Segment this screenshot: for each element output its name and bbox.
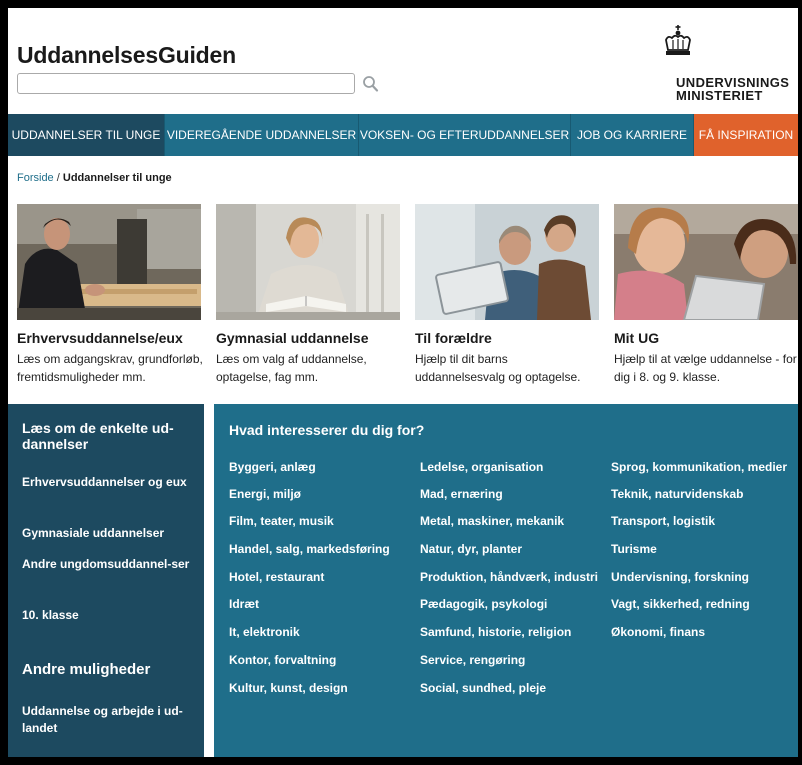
ministry-line-2: MINISTERIET	[676, 88, 763, 103]
interest-link[interactable]: Samfund, historie, religion	[420, 625, 571, 639]
interest-link[interactable]: Sprog, kommunikation, medier	[611, 460, 787, 474]
interest-link[interactable]: Social, sundhed, pleje	[420, 681, 546, 695]
interest-link[interactable]: Turisme	[611, 542, 657, 556]
card-description: Hjælp til dit barns uddannelsesvalg og o…	[415, 352, 581, 384]
card-gymnasial-uddannelse[interactable]: Gymnasial uddannelse Læs om valg af udda…	[216, 204, 402, 386]
interest-link[interactable]: Økonomi, finans	[611, 625, 705, 639]
card-description: Læs om adgangskrav, grundforløb, fremtid…	[17, 352, 203, 384]
interest-link[interactable]: Natur, dyr, planter	[420, 542, 522, 556]
main-nav: UDDANNELSER TIL UNGE VIDEREGÅENDE UDDANN…	[8, 114, 798, 156]
card-image-kids-with-laptop[interactable]	[614, 204, 798, 320]
interest-link[interactable]: Teknik, naturvidenskab	[611, 487, 744, 501]
interest-link[interactable]: Undervisning, forskning	[611, 570, 749, 584]
card-description: Hjælp til at vælge uddannelse - for dig …	[614, 352, 797, 384]
interest-link[interactable]: Vagt, sikkerhed, redning	[611, 597, 750, 611]
crown-icon	[665, 25, 691, 55]
search-button[interactable]	[362, 74, 380, 94]
page-frame: UddannelsesGuiden UNDERVISNINGS MINISTER…	[8, 8, 798, 757]
interest-link[interactable]: Produktion, håndværk, industri	[420, 570, 598, 584]
panel-heading: Læs om de enkelte ud-dannelser	[22, 420, 174, 452]
card-image-student-reading[interactable]	[216, 204, 400, 320]
nav-faa-inspiration[interactable]: FÅ INSPIRATION	[694, 114, 798, 156]
breadcrumb: Forside / Uddannelser til unge	[17, 172, 172, 184]
card-title[interactable]: Gymnasial uddannelse	[216, 330, 402, 346]
interest-link[interactable]: Kultur, kunst, design	[229, 681, 348, 695]
interest-link[interactable]: Hotel, restaurant	[229, 570, 324, 584]
interest-link[interactable]: It, elektronik	[229, 625, 300, 639]
panel-heading-andre-muligheder: Andre muligheder	[22, 661, 151, 678]
interest-link[interactable]: Pædagogik, psykologi	[420, 597, 547, 611]
interests-panel: Hvad interesserer du dig for? Byggeri, a…	[214, 404, 798, 757]
interest-link[interactable]: Idræt	[229, 597, 259, 611]
interest-link[interactable]: Transport, logistik	[611, 514, 715, 528]
interest-link[interactable]: Mad, ernæring	[420, 487, 503, 501]
interest-link[interactable]: Kontor, forvaltning	[229, 653, 336, 667]
card-title[interactable]: Erhvervsuddannelse/eux	[17, 330, 203, 346]
search-input[interactable]	[17, 73, 355, 94]
breadcrumb-home-link[interactable]: Forside	[17, 172, 54, 184]
card-mit-ug[interactable]: Mit UG Hjælp til at vælge uddannelse - f…	[614, 204, 798, 386]
nav-videregaaende-uddannelser[interactable]: VIDEREGÅENDE UDDANNELSER	[165, 114, 359, 156]
link-uddannelse-og-arbejde-i-udlandet[interactable]: Uddannelse og arbejde i ud-landet	[22, 703, 198, 737]
interests-heading: Hvad interesserer du dig for?	[229, 422, 425, 438]
card-description: Læs om valg af uddannelse, optagelse, fa…	[216, 352, 367, 384]
search-icon	[363, 76, 379, 92]
nav-job-og-karriere[interactable]: JOB OG KARRIERE	[571, 114, 694, 156]
interest-link[interactable]: Ledelse, organisation	[420, 460, 543, 474]
link-andre-ungdomsuddannelser[interactable]: Andre ungdomsuddannel-ser	[22, 556, 198, 573]
interest-link[interactable]: Energi, miljø	[229, 487, 301, 501]
breadcrumb-separator: /	[56, 172, 60, 184]
interest-link[interactable]: Metal, maskiner, mekanik	[420, 514, 564, 528]
card-title[interactable]: Mit UG	[614, 330, 798, 346]
card-image-parent-and-child[interactable]	[415, 204, 599, 320]
link-gymnasiale-uddannelser[interactable]: Gymnasiale uddannelser	[22, 525, 198, 542]
card-title[interactable]: Til forældre	[415, 330, 601, 346]
card-erhvervsuddannelse[interactable]: Erhvervsuddannelse/eux Læs om adgangskra…	[17, 204, 203, 386]
breadcrumb-current: Uddannelser til unge	[62, 172, 172, 184]
link-10-klasse[interactable]: 10. klasse	[22, 607, 198, 624]
site-title[interactable]: UddannelsesGuiden	[17, 42, 236, 69]
card-image-workshop[interactable]	[17, 204, 201, 320]
ministry-name: UNDERVISNINGS MINISTERIET	[676, 76, 798, 102]
nav-voksen-og-efteruddannelser[interactable]: VOKSEN- OG EFTERUDDANNELSER	[359, 114, 571, 156]
card-til-foraeldre[interactable]: Til forældre Hjælp til dit barns uddanne…	[415, 204, 601, 386]
ministry-logo[interactable]: UNDERVISNINGS MINISTERIET	[636, 22, 796, 102]
interest-link[interactable]: Film, teater, musik	[229, 514, 334, 528]
education-types-panel: Læs om de enkelte ud-dannelser Erhvervsu…	[8, 404, 204, 757]
interest-link[interactable]: Handel, salg, markedsføring	[229, 542, 390, 556]
link-erhvervsuddannelser-og-eux[interactable]: Erhvervsuddannelser og eux	[22, 474, 198, 491]
nav-uddannelser-til-unge[interactable]: UDDANNELSER TIL UNGE	[8, 114, 165, 156]
interest-link[interactable]: Service, rengøring	[420, 653, 525, 667]
interest-link[interactable]: Byggeri, anlæg	[229, 460, 316, 474]
